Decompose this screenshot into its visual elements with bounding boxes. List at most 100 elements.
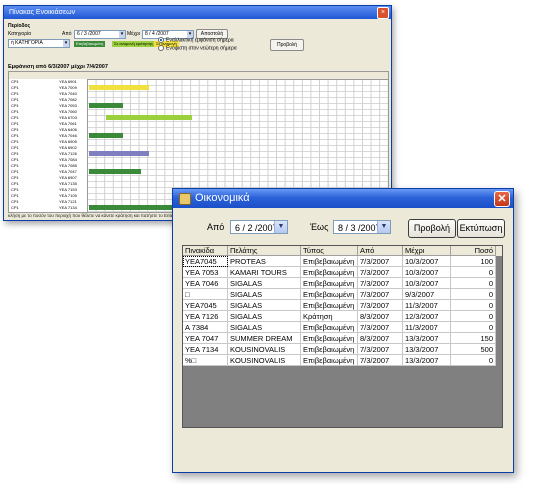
booking-bar[interactable] [89, 151, 150, 156]
table-cell: 7/3/2007 [358, 355, 403, 366]
dropdown-arrow-icon[interactable]: ▼ [274, 221, 287, 233]
column-header[interactable]: Πελάτης [228, 246, 301, 256]
booking-bar[interactable] [89, 85, 150, 90]
table-cell: Επιβεβαιωμένη [301, 278, 358, 289]
table-cell: SIGALAS [228, 311, 301, 322]
from-label: Από [207, 222, 225, 232]
table-cell: 0 [451, 278, 496, 289]
view-button[interactable]: Προβολή [408, 219, 456, 238]
booking-bar[interactable] [106, 115, 193, 120]
table-row[interactable]: %□ KOUSINOVALIS Επιβεβαιωμένη 7/3/2007 13/3/… [183, 355, 502, 366]
table-cell: 0 [451, 322, 496, 333]
table-cell: 12/3/2007 [403, 311, 451, 322]
to-label: Έως [310, 222, 329, 232]
table-cell: YEA7045 [183, 256, 228, 267]
table-cell: 13/3/2007 [403, 333, 451, 344]
table-cell: Επιβεβαιωμένη [301, 344, 358, 355]
grid-row-category: CP1 [11, 205, 19, 210]
rentals-close-icon[interactable]: × [377, 7, 389, 19]
column-header[interactable]: Μέχρι [403, 246, 451, 256]
from-date-value: 6 / 2 /2007 [235, 223, 278, 233]
column-header[interactable]: Τύπος [301, 246, 358, 256]
radio-alternative-view[interactable]: Εναλλακτική εμφάνιση σήμερα [158, 37, 234, 43]
table-cell: Επιβεβαιωμένη [301, 355, 358, 366]
table-row[interactable]: YEA 7046 SIGALAS Επιβεβαιωμένη 7/3/2007 10/3… [183, 278, 502, 289]
column-header[interactable]: Πινακίδα [183, 246, 228, 256]
table-cell: 7/3/2007 [358, 256, 403, 267]
financials-titlebar[interactable]: Οικονομικά ✕ [173, 189, 513, 208]
table-cell: 13/3/2007 [403, 344, 451, 355]
financials-dialog: Οικονομικά ✕ Από 6 / 2 /2007 ▼ Έως 8 / 3… [172, 188, 514, 473]
table-cell: YEA 7126 [183, 311, 228, 322]
table-cell: 150 [451, 333, 496, 344]
table-cell: 9/3/2007 [403, 289, 451, 300]
print-button[interactable]: Εκτύπωση [457, 219, 505, 238]
table-cell: 7/3/2007 [358, 300, 403, 311]
table-cell: Επιβεβαιωμένη [301, 256, 358, 267]
table-row[interactable]: YEA 7126 SIGALAS Κράτηση 8/3/2007 12/3/2007 0 [183, 311, 502, 322]
table-cell: 8/3/2007 [358, 333, 403, 344]
radio-newest-view[interactable]: Ενόψιστη στον νεώτερη σήμερα [158, 45, 237, 51]
table-cell: Επιβεβαιωμένη [301, 300, 358, 311]
table-cell: 10/3/2007 [403, 256, 451, 267]
table-header: Πινακίδα Πελάτης Τύπος Από Μέχρι Ποσό [183, 246, 502, 256]
booking-bar[interactable] [89, 133, 124, 138]
table-cell: 0 [451, 300, 496, 311]
to-date-picker[interactable]: 8 / 3 /2007 ▼ [333, 220, 391, 234]
rentals-status-text: κλήση με το ποσόν του περιοχή που θέλετε… [8, 213, 175, 218]
category-label: Κατηγορία [8, 31, 32, 37]
table-cell: Κράτηση [301, 311, 358, 322]
booking-bar[interactable] [89, 169, 141, 174]
table-cell: 0 [451, 355, 496, 366]
table-cell: 13/3/2007 [403, 355, 451, 366]
table-cell: 10/3/2007 [403, 278, 451, 289]
rentals-from-date[interactable]: 6 / 3 /2007 [74, 30, 126, 39]
table-cell: 8/3/2007 [358, 311, 403, 322]
rentals-window-titlebar[interactable]: Πίνακας Ενοικιάσεων × [4, 6, 391, 19]
table-cell: SIGALAS [228, 289, 301, 300]
from-date-picker[interactable]: 6 / 2 /2007 ▼ [230, 220, 288, 234]
table-row[interactable]: YEA 7053 KAMARI TOURS Επιβεβαιωμένη 7/3/200… [183, 267, 502, 278]
category-select[interactable]: ή ΚΑΤΗΓΟΡΙΑ [8, 39, 70, 48]
table-cell: YEA 7134 [183, 344, 228, 355]
table-row[interactable]: YEA 7134 KOUSINOVALIS Επιβεβαιωμένη 7/3/200… [183, 344, 502, 355]
table-row[interactable]: A 7384 SIGALAS Επιβεβαιωμένη 7/3/2007 11/3/2… [183, 322, 502, 333]
close-icon[interactable]: ✕ [494, 191, 510, 207]
table-cell: 500 [451, 344, 496, 355]
table-cell: 7/3/2007 [358, 267, 403, 278]
rentals-from-label: Από [62, 31, 72, 37]
dropdown-arrow-icon[interactable]: ▼ [377, 221, 390, 233]
booking-bar[interactable] [89, 103, 124, 108]
table-cell: SUMMER DREAM [228, 333, 301, 344]
table-cell: YEA 7053 [183, 267, 228, 278]
table-cell: 100 [451, 256, 496, 267]
table-cell: 0 [451, 267, 496, 278]
table-cell: KOUSINOVALIS [228, 355, 301, 366]
table-cell: Επιβεβαιωμένη [301, 267, 358, 278]
table-cell: YEA 7046 [183, 278, 228, 289]
table-cell: 7/3/2007 [358, 322, 403, 333]
period-section-label: Περίοδος [8, 23, 31, 29]
legend-confirmed: Επιβεβαιωμένη [74, 41, 106, 47]
table-row[interactable]: □ SIGALAS Επιβεβαιωμένη 7/3/2007 9/3/2007 0 [183, 289, 502, 300]
table-cell: SIGALAS [228, 278, 301, 289]
table-row[interactable]: YEA 7047 SUMMER DREAM Επιβεβαιωμένη 8/3/200… [183, 333, 502, 344]
app-icon [179, 193, 191, 205]
to-date-value: 8 / 3 /2007 [338, 223, 381, 233]
table-cell: %□ [183, 355, 228, 366]
financials-title: Οικονομικά [195, 192, 250, 204]
column-header[interactable]: Από [358, 246, 403, 256]
table-cell: YEA7045 [183, 300, 228, 311]
table-cell: 0 [451, 311, 496, 322]
rentals-to-label: Μέχρι [127, 31, 140, 37]
column-header[interactable]: Ποσό [451, 246, 496, 256]
table-cell: YEA 7047 [183, 333, 228, 344]
table-row[interactable]: YEA7045 PROTEAS Επιβεβαιωμένη 7/3/2007 10/3/… [183, 256, 502, 267]
table-cell: SIGALAS [228, 322, 301, 333]
rentals-view-button[interactable]: Προβολή [270, 39, 304, 51]
table-cell: KAMARI TOURS [228, 267, 301, 278]
grid-row[interactable]: CP1 YEA 7134 [9, 205, 87, 211]
range-caption: Εμφάνιση από 6/3/2007 μέχρι 7/4/2007 [8, 64, 108, 70]
table-row[interactable]: YEA7045 SIGALAS Επιβεβαιωμένη 7/3/2007 11/3/… [183, 300, 502, 311]
legend-pending-booking: Σε αναμονή κράτησης [112, 41, 155, 47]
